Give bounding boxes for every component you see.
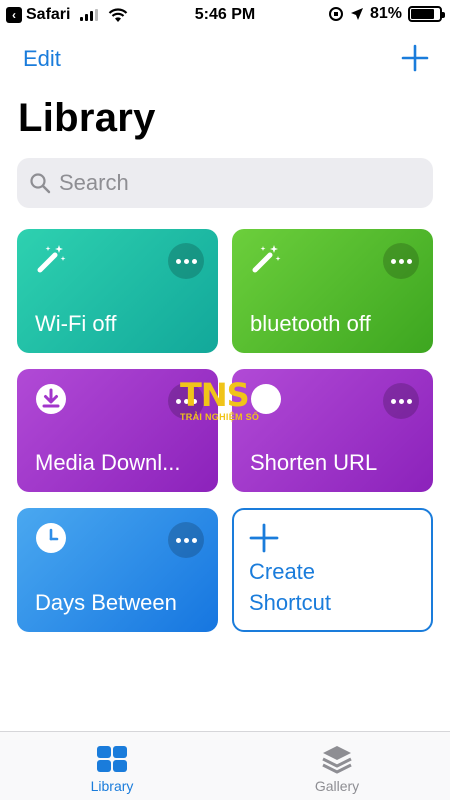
search-bar[interactable]: [17, 158, 433, 208]
location-arrow-icon: [350, 8, 363, 20]
grid-icon: [97, 746, 127, 772]
battery-icon: [408, 6, 445, 22]
shortcut-card-wifi-off[interactable]: Wi-Fi off: [17, 229, 218, 353]
layers-icon: [322, 746, 352, 774]
more-options-button[interactable]: [168, 522, 204, 558]
shortcut-card-bluetooth-off[interactable]: bluetooth off: [232, 229, 433, 353]
add-shortcut-plus-icon[interactable]: [400, 43, 430, 73]
tab-bar: Library Gallery: [0, 731, 450, 800]
create-shortcut-line2: Shortcut: [249, 590, 331, 615]
shortcut-label: Shorten URL: [250, 450, 378, 475]
shortcut-label: bluetooth off: [250, 311, 371, 336]
more-options-button[interactable]: [383, 243, 419, 279]
more-options-button[interactable]: [383, 383, 419, 419]
tab-gallery[interactable]: Gallery: [277, 742, 397, 794]
search-icon: [30, 173, 51, 194]
more-options-button[interactable]: [168, 243, 204, 279]
status-right: 81%: [328, 5, 445, 23]
orientation-lock-icon: [328, 7, 343, 21]
search-input[interactable]: [59, 170, 399, 196]
shortcut-label: Media Downl...: [35, 450, 181, 475]
create-shortcut-button[interactable]: Create Shortcut: [232, 508, 433, 632]
shortcut-label: Wi-Fi off: [35, 311, 117, 336]
watermark-main: TNS: [180, 376, 250, 414]
magic-wand-icon: [252, 245, 281, 273]
battery-level: [411, 9, 434, 19]
watermark-sub: TRẢI NGHIỆM SỐ: [180, 412, 260, 422]
create-shortcut-label: Create Shortcut: [249, 556, 331, 618]
battery-percent: 81%: [369, 5, 402, 22]
tab-label: Library: [90, 778, 134, 794]
tab-label: Gallery: [314, 778, 360, 794]
edit-button[interactable]: Edit: [23, 46, 61, 72]
clock-icon: [36, 523, 66, 553]
watermark-logo: TNS TRẢI NGHIỆM SỐ: [180, 376, 272, 422]
magic-wand-icon: [37, 245, 66, 273]
shortcut-label: Days Between: [35, 590, 177, 615]
page-title: Library: [18, 96, 156, 140]
plus-icon: [249, 523, 279, 553]
status-bar: ‹ Safari 5:46 PM 81%: [0, 0, 450, 30]
shortcut-card-days-between[interactable]: Days Between: [17, 508, 218, 632]
download-icon: [36, 384, 66, 414]
create-shortcut-line1: Create: [249, 559, 316, 584]
tab-library[interactable]: Library: [52, 742, 172, 794]
